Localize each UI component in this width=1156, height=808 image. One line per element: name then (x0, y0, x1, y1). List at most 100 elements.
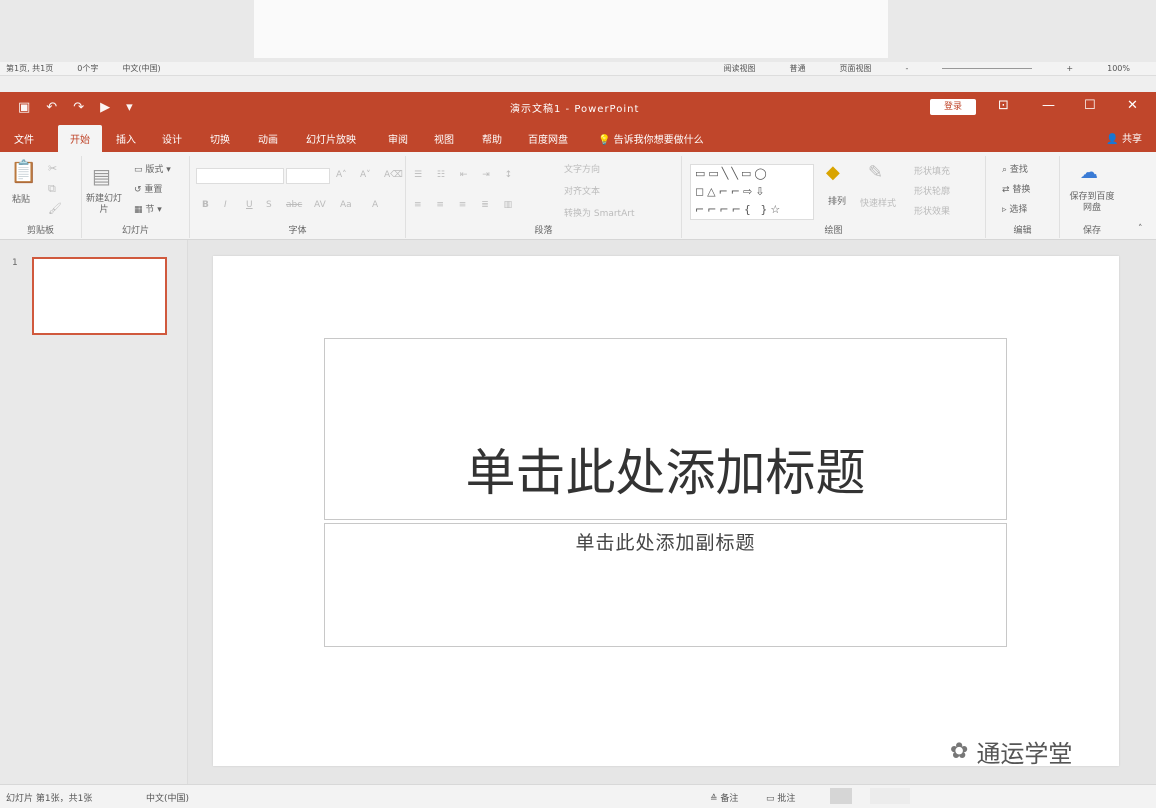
italic-button[interactable]: I (224, 200, 227, 210)
tab-home[interactable]: 开始 (58, 125, 102, 152)
slide-sorter-button[interactable] (870, 788, 910, 804)
font-group: A˄ A˅ A⌫ B I U S abc AV Aa A 字体 (190, 156, 406, 238)
notes-button[interactable]: ≙ 备注 (710, 791, 738, 804)
layout-button[interactable]: ▭ 版式 ▾ (134, 162, 171, 175)
decrease-font-size-icon[interactable]: A˅ (360, 170, 371, 180)
background-zoom-slider[interactable] (942, 68, 1033, 69)
tab-help[interactable]: 帮助 (482, 131, 502, 146)
comments-button[interactable]: ▭ 批注 (766, 791, 795, 804)
background-page-view[interactable]: 页面视图 (840, 63, 872, 74)
strikethrough-button[interactable]: abc (286, 200, 302, 210)
cut-icon[interactable]: ✂ (48, 162, 57, 175)
redo-icon[interactable]: ↷ (73, 100, 84, 115)
tab-transitions[interactable]: 切换 (210, 131, 230, 146)
shape-fill-button[interactable]: 形状填充 (914, 164, 950, 177)
person-icon: 👤 (1106, 134, 1119, 145)
tab-design[interactable]: 设计 (162, 131, 182, 146)
background-zoom-level[interactable]: 100% (1107, 64, 1130, 73)
find-button[interactable]: ⌕ 查找 (1002, 162, 1028, 175)
maximize-icon[interactable]: ☐ (1084, 98, 1096, 113)
notes-label: 备注 (720, 794, 739, 804)
bold-button[interactable]: B (202, 200, 209, 210)
layout-label: 版式 (145, 165, 164, 175)
replace-label: 替换 (1012, 185, 1031, 195)
arrange-icon[interactable]: ◆ (826, 162, 840, 183)
wechat-icon: ✿ (950, 739, 969, 764)
baidu-netdisk-icon[interactable]: ☁ (1080, 162, 1098, 183)
paragraph-group: ☰ ☷ ⇤ ⇥ ↕ ≡ ≡ ≡ ≣ ▥ 文字方向 对齐文本 转换为 SmartA… (406, 156, 682, 238)
background-zoom-in[interactable]: + (1066, 64, 1073, 73)
reset-button[interactable]: ↺ 重置 (134, 182, 162, 195)
copy-icon[interactable]: ⧉ (48, 182, 56, 196)
bullets-numbering-icons[interactable]: ☰ ☷ ⇤ ⇥ ↕ (414, 170, 518, 180)
start-from-beginning-icon[interactable]: ▶ (100, 100, 110, 115)
slides-group-label: 幻灯片 (121, 226, 149, 236)
undo-icon[interactable]: ↶ (46, 100, 57, 115)
quick-styles-button[interactable]: 快速样式 (860, 196, 896, 209)
ribbon-tabs: 文件 开始 插入 设计 切换 动画 幻灯片放映 审阅 视图 帮助 百度网盘 💡 … (0, 122, 1156, 152)
shapes-gallery[interactable]: ▭▭╲╲▭◯ ◻△⌐⌐⇨⇩ ⌐⌐⌐⌐{ }☆ (690, 164, 814, 220)
save-icon[interactable]: ▣ (18, 100, 30, 115)
tell-me-search[interactable]: 💡 告诉我你想要做什么 (598, 131, 704, 146)
collapse-ribbon-icon[interactable]: ˄ (1138, 224, 1143, 234)
text-direction-button[interactable]: 文字方向 (564, 162, 600, 175)
section-button[interactable]: ▦ 节 ▾ (134, 202, 162, 215)
save-to-baidu-button[interactable]: 保存到百度网盘 (1066, 192, 1118, 214)
background-window (0, 0, 1156, 62)
quick-styles-icon[interactable]: ✎ (868, 162, 883, 183)
font-name-field[interactable] (196, 168, 284, 184)
login-button[interactable]: 登录 (930, 99, 976, 115)
thumbnail-number: 1 (12, 258, 18, 268)
background-zoom-out[interactable]: - (906, 64, 909, 73)
slides-group: ▤ 新建幻灯片 ▭ 版式 ▾ ↺ 重置 ▦ 节 ▾ 幻灯片 (82, 156, 190, 238)
watermark: ✿ 通运学堂 (950, 734, 1072, 769)
share-button[interactable]: 👤 共享 (1106, 130, 1142, 145)
text-shadow-button[interactable]: S (266, 200, 272, 210)
underline-button[interactable]: U (246, 200, 253, 210)
new-slide-icon[interactable]: ▤ (92, 164, 111, 188)
replace-button[interactable]: ⇄ 替换 (1002, 182, 1030, 195)
format-painter-icon[interactable]: 🖌 (48, 202, 62, 215)
paste-icon[interactable]: 📋 (10, 160, 37, 185)
slide-canvas[interactable]: 单击此处添加标题 单击此处添加副标题 (213, 256, 1119, 766)
arrange-button[interactable]: 排列 (828, 194, 846, 207)
language-indicator[interactable]: 中文(中国) (146, 791, 189, 804)
editing-group: ⌕ 查找 ⇄ 替换 ▹ 选择 编辑 (986, 156, 1060, 238)
tab-view[interactable]: 视图 (434, 131, 454, 146)
ribbon-display-options-icon[interactable]: ⊡ (998, 98, 1009, 113)
increase-font-size-icon[interactable]: A˄ (336, 170, 347, 180)
tab-baidu-netdisk[interactable]: 百度网盘 (528, 131, 568, 146)
convert-smartart-button[interactable]: 转换为 SmartArt (564, 206, 634, 219)
tab-slide-show[interactable]: 幻灯片放映 (306, 131, 356, 146)
font-size-field[interactable] (286, 168, 330, 184)
paste-button-label[interactable]: 粘贴 (12, 192, 30, 205)
slide-thumbnail[interactable] (32, 257, 167, 335)
font-group-label: 字体 (288, 226, 307, 236)
close-icon[interactable]: ✕ (1127, 98, 1138, 113)
select-button[interactable]: ▹ 选择 (1002, 202, 1027, 215)
background-normal-view[interactable]: 普通 (790, 63, 806, 74)
normal-view-button[interactable] (830, 788, 852, 804)
shape-outline-button[interactable]: 形状轮廓 (914, 184, 950, 197)
minimize-icon[interactable]: — (1042, 98, 1055, 113)
subtitle-placeholder[interactable]: 单击此处添加副标题 (324, 523, 1007, 647)
clipboard-group-label: 剪贴板 (26, 226, 54, 236)
shape-effects-button[interactable]: 形状效果 (914, 204, 950, 217)
tab-file[interactable]: 文件 (14, 131, 34, 146)
title-placeholder[interactable]: 单击此处添加标题 (324, 338, 1007, 520)
new-slide-button[interactable]: 新建幻灯片 (86, 194, 122, 216)
drawing-group-label: 绘图 (824, 226, 843, 236)
drawing-group: ▭▭╲╲▭◯ ◻△⌐⌐⇨⇩ ⌐⌐⌐⌐{ }☆ ◆ 排列 ✎ 快速样式 形状填充 形状… (682, 156, 986, 238)
font-color-button[interactable]: A (372, 200, 378, 210)
change-case-button[interactable]: Aa (340, 200, 352, 210)
background-read-mode[interactable]: 阅读视图 (724, 63, 756, 74)
tab-review[interactable]: 审阅 (388, 131, 408, 146)
clear-formatting-icon[interactable]: A⌫ (384, 170, 403, 180)
tab-animations[interactable]: 动画 (258, 131, 278, 146)
character-spacing-button[interactable]: AV (314, 200, 326, 210)
tab-insert[interactable]: 插入 (116, 131, 136, 146)
select-label: 选择 (1009, 205, 1028, 215)
align-text-button[interactable]: 对齐文本 (564, 184, 600, 197)
alignment-icons[interactable]: ≡ ≡ ≡ ≣ ▥ (414, 200, 518, 210)
customize-icon[interactable]: ▾ (126, 100, 133, 115)
